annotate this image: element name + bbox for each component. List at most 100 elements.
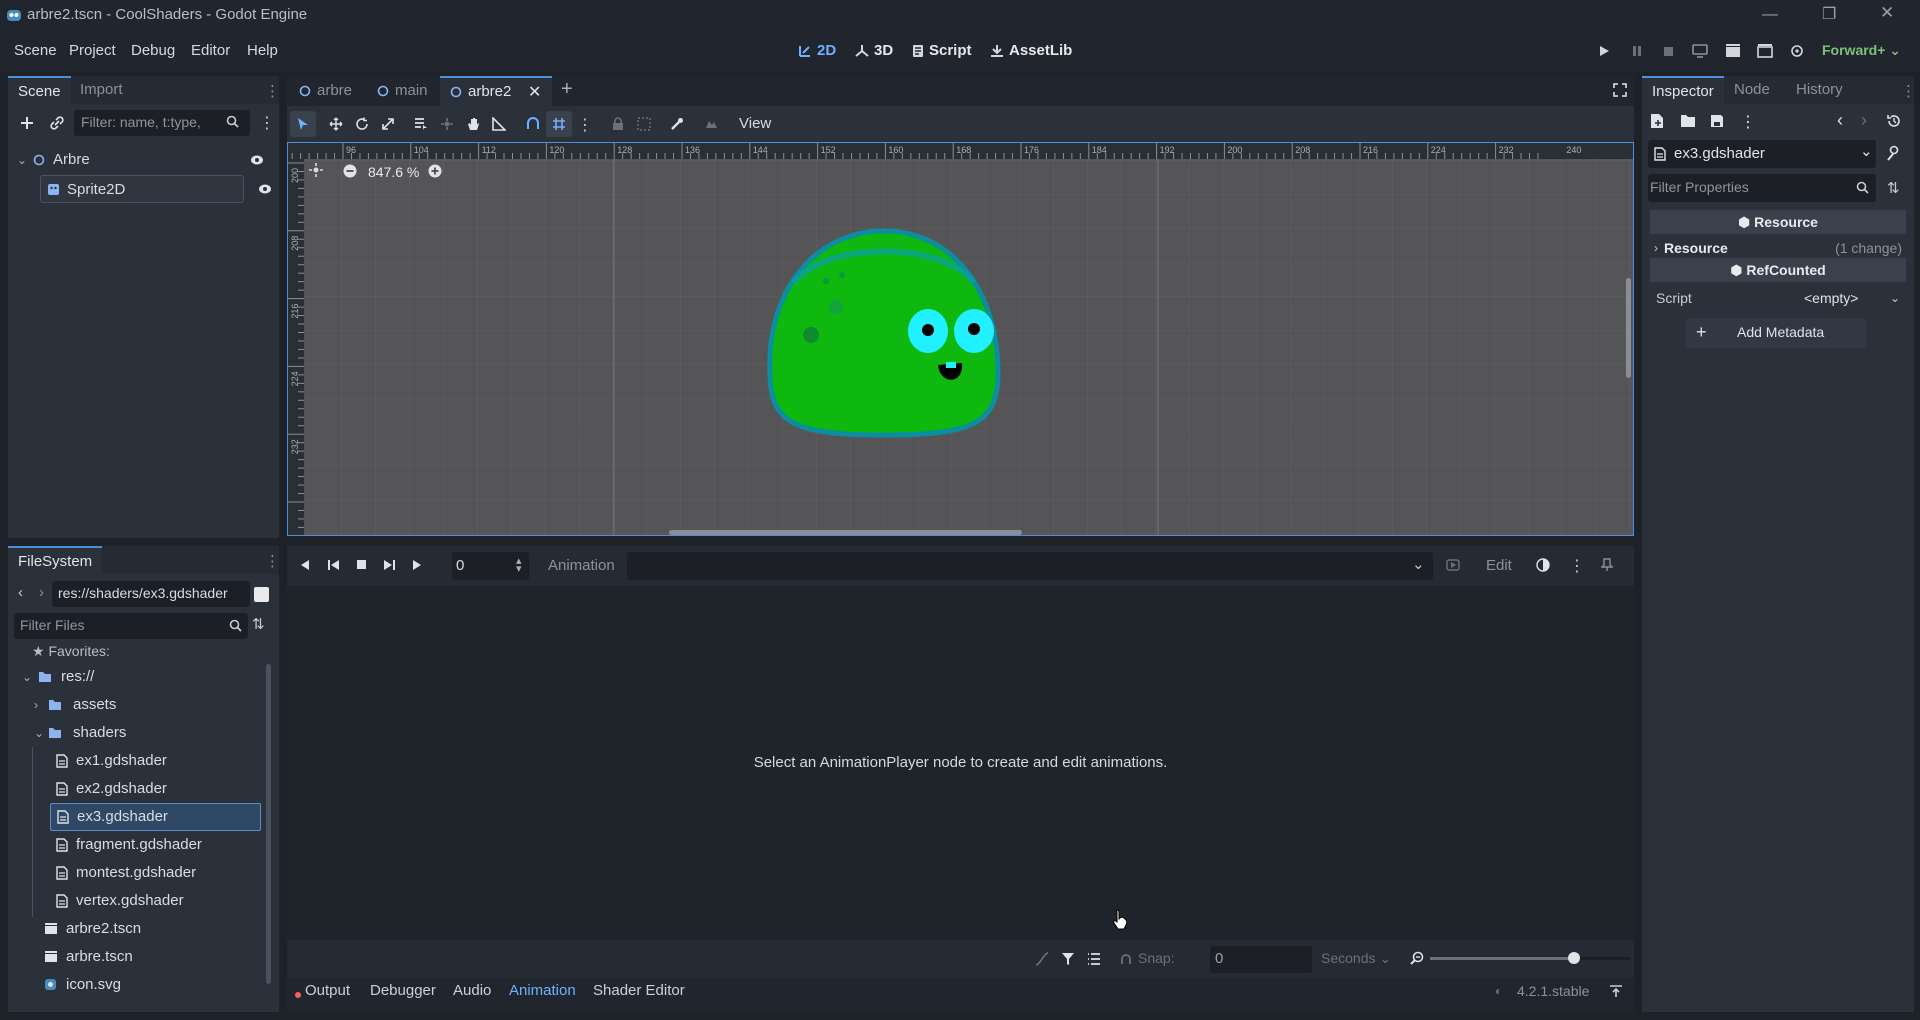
close-window-icon[interactable]: ✕: [1880, 3, 1894, 23]
pin-icon[interactable]: [1601, 558, 1613, 572]
tab-scene[interactable]: Scene: [8, 76, 71, 104]
file-row[interactable]: ex2.gdshader: [48, 775, 263, 803]
skeleton-icon[interactable]: [664, 111, 690, 137]
tab-node[interactable]: Node: [1724, 76, 1780, 104]
viewport-hscrollbar[interactable]: [669, 530, 1022, 535]
time-unit-select[interactable]: Seconds ⌄: [1321, 950, 1391, 967]
snap-icon[interactable]: [1119, 952, 1133, 966]
folder-root[interactable]: ⌄ res://: [18, 663, 268, 691]
zoom-level-label[interactable]: 847.6 %: [368, 164, 419, 180]
snap-options-icon[interactable]: ⋮: [577, 115, 593, 135]
expand-panel-icon[interactable]: [1609, 984, 1623, 998]
animation-options-icon[interactable]: ⋮: [1569, 556, 1585, 576]
dock-menu-icon[interactable]: ⋮: [265, 82, 280, 100]
toggle-split-icon[interactable]: [254, 587, 269, 602]
visibility-eye-icon[interactable]: [250, 154, 264, 166]
slider-grabber[interactable]: [1568, 952, 1580, 964]
play-from-start-icon[interactable]: [382, 559, 396, 571]
zoom-icon[interactable]: [1410, 951, 1424, 965]
file-row[interactable]: fragment.gdshader: [48, 831, 263, 859]
camera-override-icon[interactable]: [698, 111, 724, 137]
remote-debug-icon[interactable]: [1687, 38, 1713, 64]
filter-properties-input[interactable]: Filter Properties: [1648, 174, 1876, 202]
track-list-icon[interactable]: [1087, 952, 1101, 966]
distraction-free-icon[interactable]: [1613, 83, 1627, 97]
zoom-in-icon[interactable]: [428, 164, 442, 178]
stop-icon[interactable]: [1655, 38, 1681, 64]
node-edit-icon[interactable]: [1887, 145, 1901, 161]
tab-shader-editor[interactable]: Shader Editor: [593, 982, 685, 999]
favorites-row[interactable]: ★ Favorites:: [32, 640, 110, 662]
timeline-zoom-slider[interactable]: [1430, 952, 1630, 964]
menu-scene[interactable]: Scene: [14, 42, 57, 59]
resource-path-select[interactable]: ex3.gdshader ⌄: [1648, 140, 1876, 168]
dock-menu-icon[interactable]: ⋮: [1901, 82, 1916, 100]
ruler-mode-icon[interactable]: [486, 111, 512, 137]
pan-mode-icon[interactable]: [460, 111, 486, 137]
workspace-script-button[interactable]: Script: [912, 42, 972, 59]
path-field[interactable]: res://shaders/ex3.gdshader: [52, 581, 250, 607]
scene-tab-main[interactable]: main: [369, 76, 449, 106]
tab-history[interactable]: History: [1786, 76, 1853, 104]
scene-tab-arbre[interactable]: arbre: [287, 76, 369, 106]
collapse-arrow-icon[interactable]: ⌄: [22, 663, 32, 691]
scene-filter-input[interactable]: Filter: name, t:type,: [74, 110, 250, 136]
history-forward-icon[interactable]: ›: [1861, 110, 1867, 131]
expand-arrow-icon[interactable]: ›: [34, 691, 38, 719]
collapse-arrow-icon[interactable]: ⌄: [17, 146, 27, 174]
tab-debugger[interactable]: Debugger: [370, 982, 436, 999]
workspace-3d-button[interactable]: 3D: [855, 42, 893, 59]
menu-editor[interactable]: Editor: [191, 42, 230, 59]
history-back-icon[interactable]: ‹: [1837, 110, 1843, 131]
add-tab-icon[interactable]: +: [561, 78, 573, 101]
file-row[interactable]: arbre.tscn: [36, 943, 263, 971]
viewport-2d[interactable]: 96 104 112 120 128 136 144 152 160 168 176 184 192 20…: [287, 142, 1634, 536]
play-animation-icon[interactable]: [411, 559, 423, 571]
visibility-eye-icon[interactable]: [258, 183, 272, 195]
scene-options-icon[interactable]: ⋮: [259, 113, 275, 133]
tree-row-sprite2d[interactable]: Sprite2D: [40, 175, 244, 203]
property-group-resource[interactable]: › Resource (1 change): [1650, 236, 1906, 260]
autoplay-icon[interactable]: [1446, 559, 1460, 571]
spinner-arrows-icon[interactable]: ▴ ▾: [516, 556, 522, 575]
sprite-blob[interactable]: [754, 223, 1014, 453]
edit-animation-button[interactable]: Edit: [1486, 557, 1512, 574]
file-row[interactable]: montest.gdshader: [48, 859, 263, 887]
menu-project[interactable]: Project: [69, 42, 116, 59]
tab-inspector[interactable]: Inspector: [1642, 76, 1724, 104]
add-node-icon[interactable]: [14, 110, 40, 136]
bezier-icon[interactable]: [1035, 952, 1049, 966]
scale-mode-icon[interactable]: [375, 111, 401, 137]
pause-icon[interactable]: [1624, 38, 1650, 64]
tree-row-arbre[interactable]: ⌄ Arbre: [8, 146, 279, 174]
animation-select[interactable]: ⌄: [627, 552, 1433, 580]
link-icon[interactable]: [44, 110, 70, 136]
menu-debug[interactable]: Debug: [131, 42, 175, 59]
chevron-down-icon[interactable]: ⌄: [1890, 284, 1900, 312]
tab-filesystem[interactable]: FileSystem: [8, 546, 103, 574]
smart-snap-icon[interactable]: [520, 111, 546, 137]
new-resource-icon[interactable]: [1650, 113, 1664, 129]
filter-files-input[interactable]: Filter Files: [14, 613, 248, 639]
sort-icon[interactable]: ⇅: [252, 615, 265, 633]
stop-animation-icon[interactable]: [356, 559, 367, 570]
save-icon[interactable]: [1710, 114, 1724, 128]
play-custom-scene-icon[interactable]: [1752, 38, 1778, 64]
script-value[interactable]: <empty>: [1804, 284, 1858, 312]
back-arrow-icon[interactable]: ‹: [18, 584, 23, 601]
play-scene-icon[interactable]: [1720, 38, 1746, 64]
inspector-options-icon[interactable]: ⋮: [1740, 112, 1756, 132]
play-backwards-icon[interactable]: [327, 559, 341, 571]
view-menu[interactable]: View: [739, 115, 771, 132]
play-backwards-from-end-icon[interactable]: [299, 559, 311, 571]
tab-audio[interactable]: Audio: [453, 982, 491, 999]
menu-help[interactable]: Help: [247, 42, 278, 59]
canvas-area[interactable]: [304, 159, 1633, 535]
pivot-mode-icon[interactable]: [434, 111, 460, 137]
close-tab-icon[interactable]: ✕: [528, 82, 541, 102]
list-select-icon[interactable]: [408, 111, 434, 137]
center-view-icon[interactable]: [308, 162, 324, 178]
dock-menu-icon[interactable]: ⋮: [265, 552, 280, 570]
folder-assets[interactable]: › assets: [18, 691, 268, 719]
forward-arrow-icon[interactable]: ›: [39, 584, 44, 601]
